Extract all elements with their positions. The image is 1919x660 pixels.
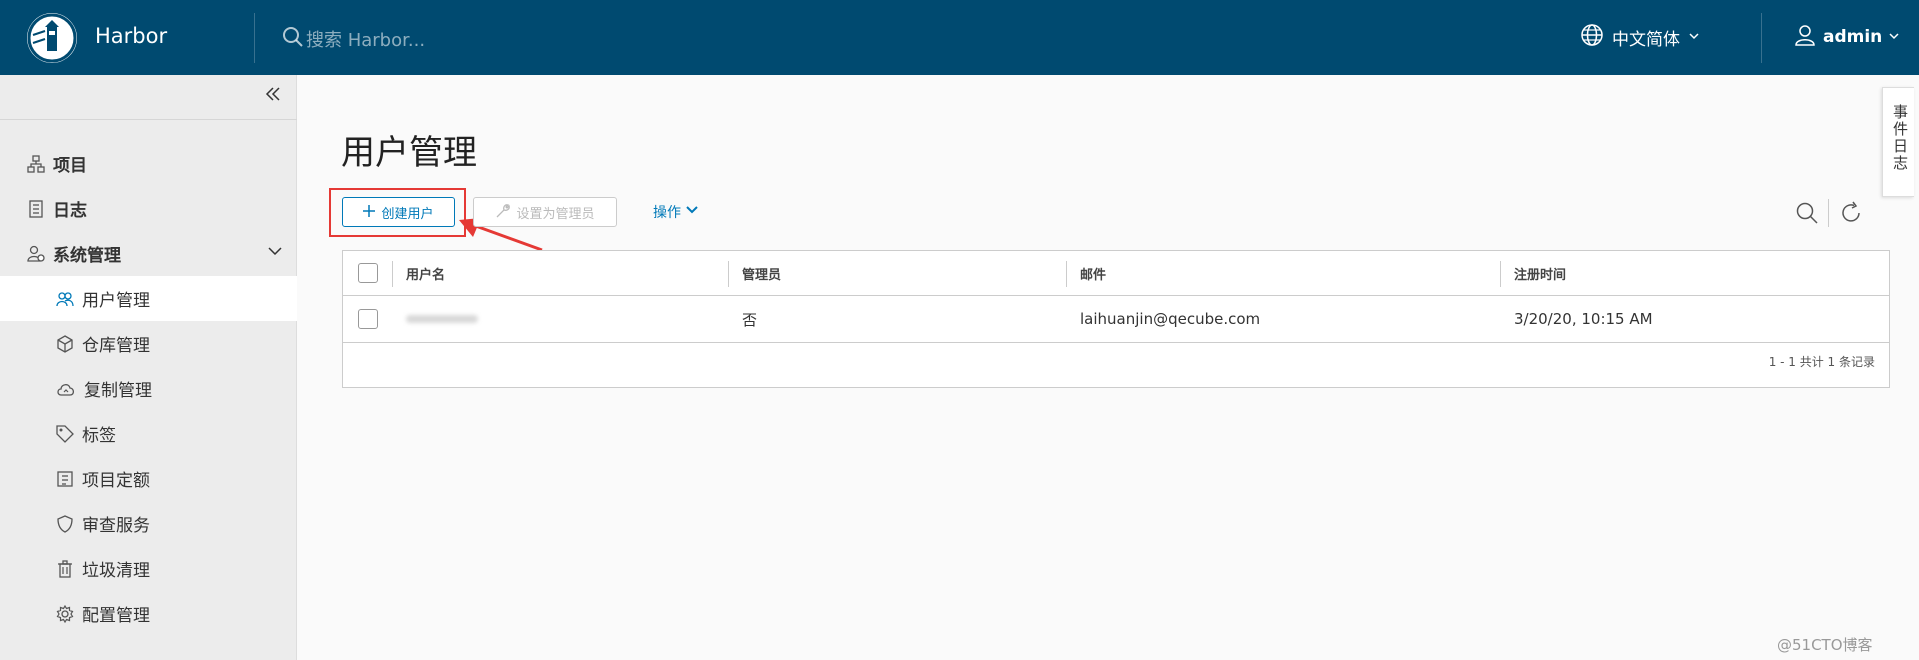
chevron-down-icon — [685, 204, 699, 220]
shield-icon — [56, 514, 74, 533]
sidebar-item-label: 日志 — [53, 201, 87, 221]
operations-dropdown[interactable]: 操作 — [653, 202, 699, 222]
globe-icon — [1580, 23, 1604, 52]
set-as-admin-button[interactable]: 设置为管理员 — [473, 197, 617, 227]
username-cell — [406, 296, 478, 342]
sidebar-item-label: 项目定额 — [82, 471, 150, 491]
sidebar-item-label: 配置管理 — [82, 606, 150, 626]
table-row[interactable]: 否 laihuanjin@qecube.com 3/20/20, 10:15 A… — [343, 296, 1889, 343]
cube-icon — [56, 334, 74, 353]
trash-icon — [56, 559, 74, 578]
watermark: @51CTO博客 — [1777, 636, 1873, 654]
quota-icon — [56, 470, 74, 488]
cloud-icon — [56, 380, 76, 398]
email-cell: laihuanjin@qecube.com — [1080, 310, 1261, 328]
registered-cell: 3/20/20, 10:15 AM — [1514, 310, 1653, 328]
refresh-icon[interactable] — [1839, 201, 1863, 229]
sidebar-item-labels[interactable]: 标签 — [0, 411, 297, 456]
gear-icon — [56, 604, 74, 623]
search-icon[interactable] — [1795, 201, 1819, 229]
column-header-admin[interactable]: 管理员 — [742, 251, 781, 295]
user-icon — [1793, 23, 1817, 52]
sidebar-item-registries[interactable]: 仓库管理 — [0, 321, 297, 366]
language-selector[interactable]: 中文简体 — [1580, 23, 1700, 52]
sidebar: 项目 日志 系统管理 用户管理 仓库管理 复制管理 标签 项目定额 审查服务 垃… — [0, 75, 297, 660]
sidebar-item-label: 垃圾清理 — [82, 561, 150, 581]
admin-cell: 否 — [742, 310, 758, 329]
username-label: admin — [1823, 27, 1883, 47]
create-user-label: 创建用户 — [381, 205, 434, 221]
set-as-admin-label: 设置为管理员 — [516, 205, 595, 221]
table-footer: 1 - 1 共计 1 条记录 — [1768, 355, 1875, 369]
chevron-down-icon[interactable] — [267, 243, 283, 264]
wrench-icon — [495, 203, 511, 222]
column-divider — [392, 261, 393, 287]
column-divider — [1500, 261, 1501, 287]
column-divider — [1066, 261, 1067, 287]
plus-icon — [363, 204, 376, 220]
create-user-button[interactable]: 创建用户 — [342, 197, 455, 227]
project-icon — [27, 154, 45, 173]
sidebar-item-logs[interactable]: 日志 — [0, 186, 297, 231]
column-header-registered[interactable]: 注册时间 — [1514, 251, 1566, 295]
tag-icon — [56, 424, 74, 443]
main-content: 用户管理 创建用户 设置为管理员 操作 用户名 管理员 邮件 注册时间 否 la… — [297, 75, 1919, 660]
select-all-checkbox[interactable] — [358, 251, 378, 295]
language-label: 中文简体 — [1612, 29, 1680, 50]
chevron-down-icon — [1688, 27, 1700, 47]
collapse-sidebar-icon[interactable] — [264, 85, 282, 107]
column-divider — [728, 261, 729, 287]
harbor-logo[interactable] — [27, 13, 77, 63]
search-icon[interactable] — [282, 26, 304, 52]
blurred-username — [406, 315, 478, 323]
sidebar-item-configuration[interactable]: 配置管理 — [0, 591, 297, 636]
operations-label: 操作 — [653, 205, 681, 221]
brand-name[interactable]: Harbor — [95, 24, 167, 48]
header-divider — [254, 13, 255, 63]
sidebar-item-interrogation-services[interactable]: 审查服务 — [0, 501, 297, 546]
column-header-username[interactable]: 用户名 — [406, 251, 445, 295]
sidebar-item-label: 标签 — [82, 426, 116, 446]
sidebar-item-label: 系统管理 — [53, 246, 121, 266]
sidebar-item-user-management[interactable]: 用户管理 — [0, 276, 297, 321]
sidebar-item-label: 审查服务 — [82, 516, 150, 536]
system-admin-icon — [27, 245, 45, 263]
sidebar-item-label: 仓库管理 — [82, 336, 150, 356]
sidebar-divider — [0, 119, 297, 120]
column-header-email[interactable]: 邮件 — [1080, 251, 1106, 295]
sidebar-item-replication[interactable]: 复制管理 — [0, 366, 297, 411]
row-checkbox[interactable] — [358, 296, 378, 342]
page-title: 用户管理 — [341, 133, 477, 173]
sidebar-item-label: 项目 — [53, 156, 87, 176]
table-header: 用户名 管理员 邮件 注册时间 — [343, 251, 1889, 296]
users-icon — [56, 290, 74, 308]
sidebar-item-system-admin[interactable]: 系统管理 — [0, 231, 297, 276]
user-menu[interactable]: admin — [1793, 24, 1900, 50]
sidebar-item-garbage-collection[interactable]: 垃圾清理 — [0, 546, 297, 591]
top-nav: Harbor 搜索 Harbor... 中文简体 admin — [0, 0, 1919, 75]
log-icon — [27, 199, 45, 218]
sidebar-item-label: 用户管理 — [82, 291, 150, 311]
event-log-label: 事件日志 — [1891, 104, 1909, 172]
header-divider — [1761, 13, 1762, 63]
sidebar-item-project-quotas[interactable]: 项目定额 — [0, 456, 297, 501]
sidebar-item-projects[interactable]: 项目 — [0, 141, 297, 186]
users-table: 用户名 管理员 邮件 注册时间 否 laihuanjin@qecube.com … — [342, 250, 1890, 388]
chevron-down-icon — [1888, 27, 1900, 47]
event-log-tab[interactable]: 事件日志 — [1882, 87, 1914, 197]
toolbar-divider — [1828, 199, 1829, 227]
global-search-input[interactable]: 搜索 Harbor... — [306, 26, 425, 52]
sidebar-item-label: 复制管理 — [84, 381, 152, 401]
